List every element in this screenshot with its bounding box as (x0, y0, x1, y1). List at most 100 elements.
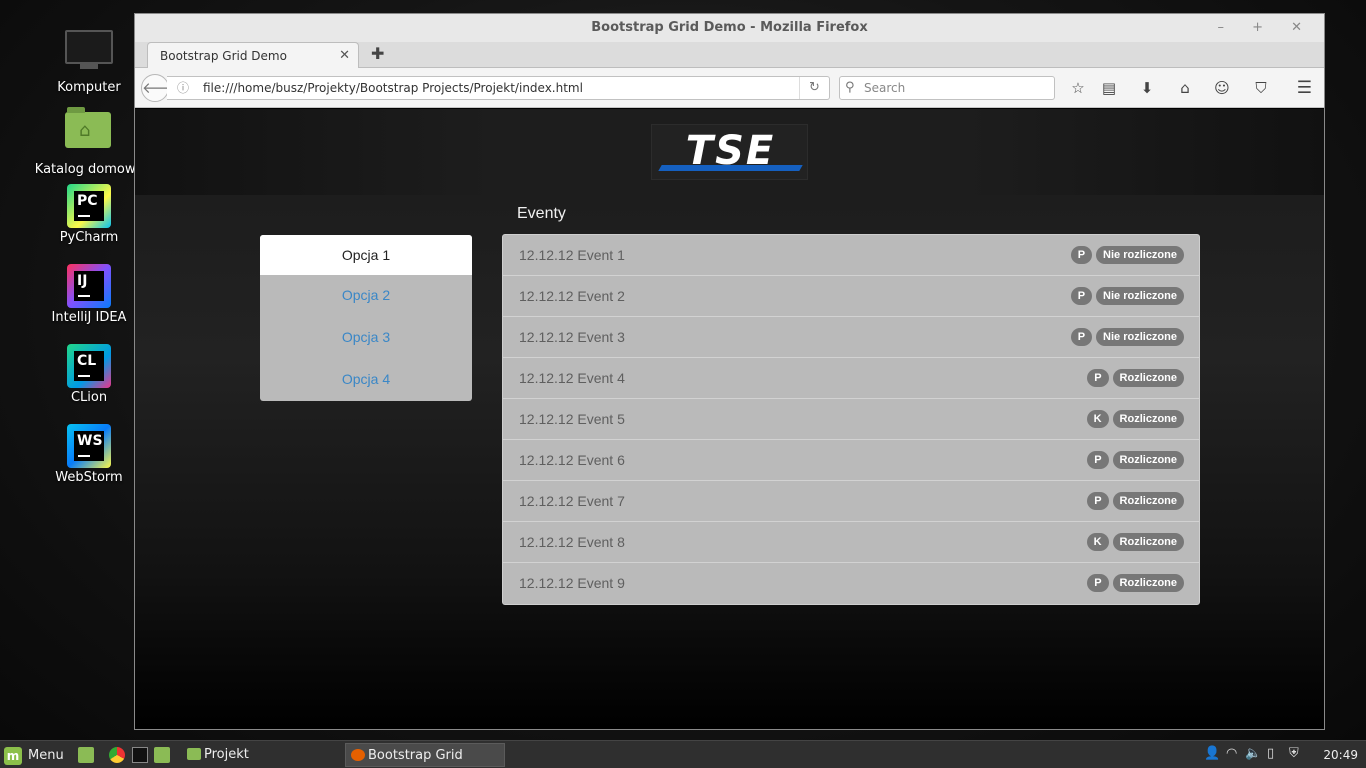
reading-list-icon[interactable]: ▤ (1098, 78, 1120, 98)
desktop-icon-clion[interactable]: CL CLion (34, 342, 144, 405)
site-info-icon[interactable]: ⓘ (177, 77, 189, 99)
desktop-icon-label: Komputer (57, 80, 121, 95)
desktop-icon-home-folder[interactable]: ⌂ Katalog domowy (34, 104, 144, 177)
shield-icon[interactable]: ⛨ (1289, 746, 1299, 761)
taskbar: mMenu Projekt Bootstrap Grid Dem... 👤 ◠ … (0, 740, 1366, 768)
home-folder-icon: ⌂ (65, 107, 113, 160)
tab-label: Bootstrap Grid Demo (160, 49, 287, 63)
volume-icon[interactable]: 🔈 (1245, 746, 1261, 761)
tse-logo: TSE (651, 124, 808, 180)
nav-item-opcja-3[interactable]: Opcja 3 (260, 317, 472, 359)
back-button[interactable]: 🡐 (141, 74, 182, 102)
task-firefox[interactable]: Bootstrap Grid Dem... (345, 743, 505, 767)
desktop-icon-label: PyCharm (59, 230, 119, 245)
event-type-badge: P (1087, 574, 1109, 592)
bookmark-star-icon[interactable]: ☆ (1067, 78, 1089, 98)
window-titlebar[interactable]: Bootstrap Grid Demo - Mozilla Firefox – … (135, 14, 1324, 42)
new-tab-button[interactable]: ✚ (371, 44, 384, 63)
list-item[interactable]: 12.12.12 Event 1 P Nie rozliczone (503, 235, 1199, 276)
event-label: 12.12.12 Event 4 (519, 370, 625, 386)
desktop-icon-komputer[interactable]: Komputer (34, 24, 144, 95)
webstorm-icon: WS (67, 424, 111, 468)
files-icon[interactable] (154, 747, 170, 763)
event-type-badge: P (1087, 451, 1109, 469)
status-badge: Nie rozliczone (1096, 246, 1184, 264)
desktop-icon-label: CLion (70, 390, 108, 405)
list-item[interactable]: 12.12.12 Event 8 K Rozliczone (503, 522, 1199, 563)
events-list: 12.12.12 Event 1 P Nie rozliczone 12.12.1… (502, 234, 1200, 605)
status-badge: Rozliczone (1112, 533, 1184, 551)
home-icon[interactable]: ⌂ (1174, 78, 1196, 98)
tab-strip: Bootstrap Grid Demo ✕ ✚ (135, 42, 1324, 69)
search-input[interactable]: ⚲ Search (839, 76, 1055, 100)
event-type-badge: K (1086, 410, 1109, 428)
event-label: 12.12.12 Event 8 (519, 534, 625, 550)
desktop-icon-intellij[interactable]: IJ IntelliJ IDEA (34, 262, 144, 325)
clion-icon: CL (67, 344, 111, 388)
start-menu-button[interactable]: m Menu (4, 745, 64, 765)
window-controls[interactable]: – + ✕ (1217, 14, 1314, 42)
nav-item-opcja-1[interactable]: Opcja 1 (260, 235, 472, 275)
show-desktop-icon[interactable] (78, 747, 94, 763)
task-projekt[interactable]: Projekt (182, 743, 342, 767)
navigation-toolbar: 🡐 ⓘ file:///home/busz/Projekty/Bootstrap… (135, 68, 1324, 108)
url-text: file:///home/busz/Projekty/Bootstrap Pro… (203, 81, 583, 95)
tab-bootstrap-grid-demo[interactable]: Bootstrap Grid Demo ✕ (147, 42, 359, 69)
status-badge: Nie rozliczone (1096, 287, 1184, 305)
firefox-window: Bootstrap Grid Demo - Mozilla Firefox – … (134, 13, 1325, 730)
pocket-icon[interactable]: ⛉ (1250, 78, 1272, 98)
list-item[interactable]: 12.12.12 Event 4 P Rozliczone (503, 358, 1199, 399)
computer-icon (65, 30, 113, 78)
battery-icon[interactable]: ▯ (1267, 746, 1274, 761)
event-type-badge: P (1087, 492, 1109, 510)
status-badge: Rozliczone (1112, 451, 1184, 469)
window-title: Bootstrap Grid Demo - Mozilla Firefox (591, 20, 868, 35)
nav-item-opcja-2[interactable]: Opcja 2 (260, 275, 472, 317)
event-type-badge: P (1070, 287, 1093, 305)
list-item[interactable]: 12.12.12 Event 5 K Rozliczone (503, 399, 1199, 440)
hello-chat-icon[interactable]: ☺ (1211, 78, 1233, 98)
reload-icon[interactable]: ↻ (799, 77, 829, 99)
close-tab-icon[interactable]: ✕ (339, 43, 350, 69)
list-item[interactable]: 12.12.12 Event 3 P Nie rozliczone (503, 317, 1199, 358)
event-label: 12.12.12 Event 5 (519, 411, 625, 427)
status-badge: Rozliczone (1112, 369, 1184, 387)
event-label: 12.12.12 Event 1 (519, 247, 625, 263)
folder-icon (187, 748, 201, 760)
terminal-icon[interactable] (132, 747, 148, 763)
pycharm-icon: PC (67, 184, 111, 228)
user-icon[interactable]: 👤 (1204, 746, 1220, 761)
event-type-badge: P (1070, 328, 1093, 346)
downloads-icon[interactable]: ⬇ (1136, 78, 1158, 98)
list-item[interactable]: 12.12.12 Event 7 P Rozliczone (503, 481, 1199, 522)
list-item[interactable]: 12.12.12 Event 9 P Rozliczone (503, 563, 1199, 604)
wifi-icon[interactable]: ◠ (1226, 746, 1237, 761)
event-type-badge: P (1070, 246, 1093, 264)
intellij-icon: IJ (67, 264, 111, 308)
status-badge: Rozliczone (1112, 574, 1184, 592)
events-heading: Eventy (517, 205, 566, 222)
url-bar[interactable]: ⓘ file:///home/busz/Projekty/Bootstrap P… (167, 76, 830, 100)
clock[interactable]: 20:49 (1323, 741, 1358, 768)
status-badge: Rozliczone (1112, 410, 1184, 428)
desktop: Komputer ⌂ Katalog domowy PC PyCharm IJ … (0, 0, 143, 740)
nav-item-opcja-4[interactable]: Opcja 4 (260, 359, 472, 401)
event-label: 12.12.12 Event 3 (519, 329, 625, 345)
search-icon: ⚲ (845, 80, 855, 95)
desktop-icon-label: WebStorm (55, 470, 123, 485)
desktop-icon-pycharm[interactable]: PC PyCharm (34, 182, 144, 245)
desktop-icon-label: IntelliJ IDEA (51, 310, 127, 325)
mint-logo-icon: m (4, 746, 22, 765)
event-type-badge: P (1087, 369, 1109, 387)
hamburger-menu-icon[interactable]: ☰ (1297, 78, 1312, 98)
event-label: 12.12.12 Event 7 (519, 493, 625, 509)
list-item[interactable]: 12.12.12 Event 2 P Nie rozliczone (503, 276, 1199, 317)
event-label: 12.12.12 Event 9 (519, 575, 625, 591)
page-content: TSE Eventy Opcja 1 Opcja 2 Opcja 3 Opcja… (135, 109, 1324, 729)
chrome-icon[interactable] (109, 747, 125, 763)
firefox-icon (351, 749, 365, 761)
event-type-badge: K (1086, 533, 1109, 551)
desktop-icon-webstorm[interactable]: WS WebStorm (34, 422, 144, 485)
page-header: TSE (135, 109, 1324, 195)
list-item[interactable]: 12.12.12 Event 6 P Rozliczone (503, 440, 1199, 481)
